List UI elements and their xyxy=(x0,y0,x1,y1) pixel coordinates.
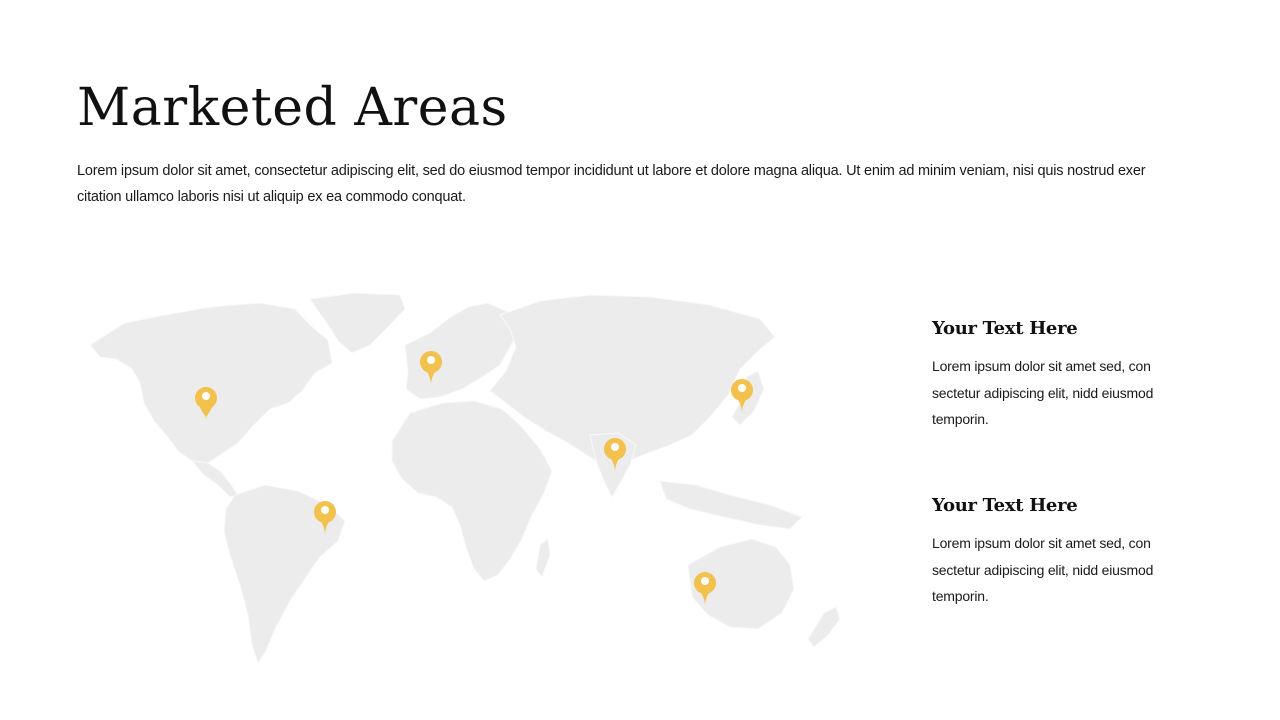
world-map xyxy=(89,292,841,665)
central-america xyxy=(190,460,239,498)
text-block-body: Lorem ipsum dolor sit amet sed, con sect… xyxy=(932,535,1154,604)
text-block-heading: Your Text Here xyxy=(932,495,1078,516)
intro-paragraph: Lorem ipsum dolor sit amet, consectetur … xyxy=(77,163,1146,205)
text-block-1: Your Text Here Lorem ipsum dolor sit ame… xyxy=(932,318,1202,433)
madagascar xyxy=(535,538,551,579)
new-zealand xyxy=(807,606,841,648)
southeast-asia xyxy=(659,480,803,530)
text-block-heading: Your Text Here xyxy=(932,318,1078,339)
north-america xyxy=(89,302,333,464)
text-block-2: Your Text Here Lorem ipsum dolor sit ame… xyxy=(932,495,1202,610)
land-masses xyxy=(89,292,841,665)
africa xyxy=(391,400,553,582)
page-title: Marketed Areas xyxy=(77,78,508,138)
text-block-body: Lorem ipsum dolor sit amet sed, con sect… xyxy=(932,358,1154,427)
